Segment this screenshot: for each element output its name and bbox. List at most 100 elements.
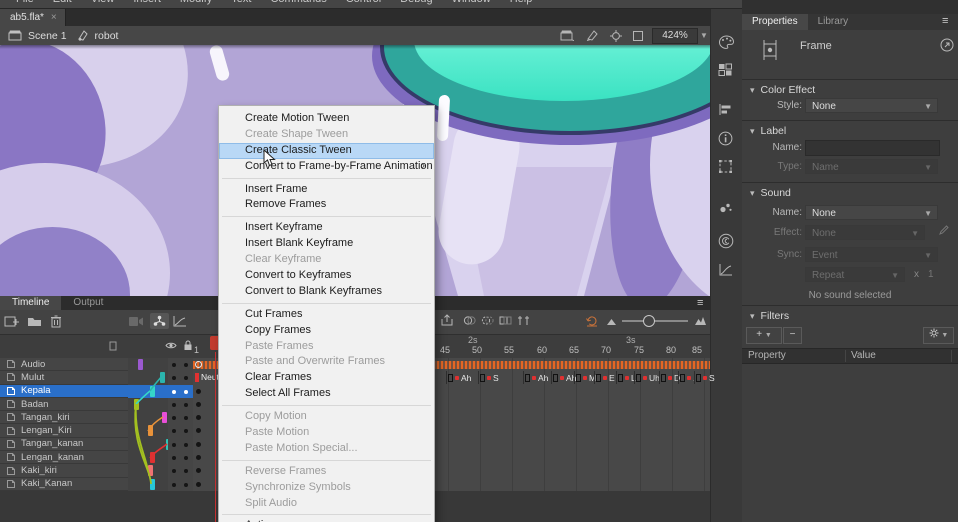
timeline-tab-output[interactable]: Output xyxy=(61,296,115,310)
layer-parent-bar[interactable] xyxy=(148,465,153,476)
menu-item-remove-frames[interactable]: Remove Frames xyxy=(219,197,434,213)
timeline-zoom-slider-track[interactable] xyxy=(622,320,688,322)
layer-parent-bar[interactable] xyxy=(150,452,155,463)
info-icon[interactable] xyxy=(718,131,736,149)
swatches-icon[interactable] xyxy=(718,63,736,81)
layer-lock-dot[interactable] xyxy=(184,443,188,447)
layer-visibility-dot[interactable] xyxy=(172,363,176,367)
mouth-keyframe[interactable]: D xyxy=(659,371,680,384)
layer-visibility-dot[interactable] xyxy=(172,456,176,460)
filters-section-header[interactable]: Filters xyxy=(750,310,789,322)
layer-parent-bar[interactable] xyxy=(162,412,167,423)
layer-visibility-dot[interactable] xyxy=(172,390,176,394)
menu-item-create-classic-tween[interactable]: Create Classic Tween xyxy=(219,143,434,159)
layer-parent-cell[interactable] xyxy=(128,451,168,465)
layer-parent-bar[interactable] xyxy=(150,386,155,397)
layer-visibility-dot[interactable] xyxy=(172,443,176,447)
menu-item-convert-to-blank-keyframes[interactable]: Convert to Blank Keyframes xyxy=(219,284,434,300)
menu-text[interactable]: Text xyxy=(231,0,251,5)
new-layer-icon[interactable] xyxy=(4,315,19,328)
menu-control[interactable]: Control xyxy=(346,0,381,5)
layer-parent-cell[interactable] xyxy=(128,358,168,372)
layer-lock-dot[interactable] xyxy=(184,363,188,367)
layer-visibility-dot[interactable] xyxy=(172,376,176,380)
layer-name-cell[interactable]: Kaki_Kanan xyxy=(0,478,128,491)
label-name-input[interactable] xyxy=(805,140,940,156)
layer-parent-bar[interactable] xyxy=(150,479,155,490)
menu-modify[interactable]: Modify xyxy=(180,0,212,5)
menu-item-insert-keyframe[interactable]: Insert Keyframe xyxy=(219,220,434,236)
zoom-chevron-icon[interactable]: ▼ xyxy=(700,31,708,40)
export-frame-icon[interactable] xyxy=(440,314,455,327)
close-tab-icon[interactable]: × xyxy=(51,12,57,23)
layer-name-cell[interactable]: Lengan_kanan xyxy=(0,451,128,464)
edit-symbols-icon[interactable] xyxy=(586,30,599,41)
style-dropdown[interactable]: None ▼ xyxy=(805,98,938,113)
graph-editor-icon[interactable] xyxy=(173,315,187,327)
sound-section-header[interactable]: Sound xyxy=(750,187,791,199)
menu-edit[interactable]: Edit xyxy=(53,0,72,5)
visibility-column-eye-icon[interactable] xyxy=(165,341,177,350)
camera-icon[interactable] xyxy=(128,316,144,327)
scene-clapper-icon[interactable] xyxy=(8,30,22,41)
document-tab[interactable]: ab5.fla* × xyxy=(0,9,66,26)
filter-options-button[interactable]: ▼ xyxy=(923,327,954,344)
layer-parent-bar[interactable] xyxy=(160,372,165,383)
layer-parent-cell[interactable] xyxy=(128,438,168,452)
modify-markers-icon[interactable] xyxy=(517,315,530,326)
onion-skin-icon[interactable] xyxy=(463,315,476,326)
mouth-keyframe[interactable]: S xyxy=(694,371,715,384)
lock-column-icon[interactable] xyxy=(183,340,193,351)
breadcrumb-symbol[interactable]: robot xyxy=(95,30,119,42)
motion-editor-icon[interactable] xyxy=(718,263,736,281)
menu-window[interactable]: Window xyxy=(452,0,491,5)
layer-parent-bar[interactable] xyxy=(148,425,153,436)
mouth-keyframe[interactable]: S xyxy=(478,371,499,384)
show-parenting-view-icon[interactable] xyxy=(150,313,169,329)
menu-item-copy-frames[interactable]: Copy Frames xyxy=(219,323,434,339)
menu-debug[interactable]: Debug xyxy=(400,0,432,5)
layer-name-cell[interactable]: Kepala xyxy=(0,385,128,398)
layer-name-cell[interactable]: Tangan_kiri xyxy=(0,411,128,424)
menu-view[interactable]: View xyxy=(91,0,115,5)
menu-item-create-motion-tween[interactable]: Create Motion Tween xyxy=(219,111,434,127)
layer-toggles-cell[interactable] xyxy=(168,358,193,372)
menu-item-convert-to-keyframes[interactable]: Convert to Keyframes xyxy=(219,268,434,284)
new-folder-icon[interactable] xyxy=(27,315,42,328)
mouth-keyframe[interactable]: Ah xyxy=(551,371,576,384)
layer-parent-bar[interactable] xyxy=(134,399,139,410)
layer-toggles-cell[interactable] xyxy=(168,464,193,478)
color-palette-icon[interactable] xyxy=(718,35,736,53)
breadcrumb-scene[interactable]: Scene 1 xyxy=(28,30,67,42)
color-effect-section-header[interactable]: Color Effect xyxy=(750,84,815,96)
properties-tab-library[interactable]: Library xyxy=(808,14,859,30)
layer-lock-dot[interactable] xyxy=(184,469,188,473)
menu-file[interactable]: File xyxy=(16,0,34,5)
layer-name-cell[interactable]: Kaki_kiri xyxy=(0,464,128,477)
layer-lock-dot[interactable] xyxy=(184,456,188,460)
layer-visibility-dot[interactable] xyxy=(172,469,176,473)
zoom-in-frames-icon[interactable] xyxy=(694,316,707,326)
mouth-keyframe[interactable]: L xyxy=(616,371,636,384)
panel-menu-icon[interactable]: ≡ xyxy=(942,15,948,27)
layer-lock-dot[interactable] xyxy=(184,416,188,420)
layer-lock-dot[interactable] xyxy=(184,376,188,380)
layer-toggles-cell[interactable] xyxy=(168,438,193,452)
layer-name-cell[interactable]: Audio xyxy=(0,358,128,371)
menu-item-insert-frame[interactable]: Insert Frame xyxy=(219,182,434,198)
mouth-keyframe[interactable]: Uh xyxy=(634,371,660,384)
layer-parent-cell[interactable] xyxy=(128,478,168,492)
layer-parent-cell[interactable] xyxy=(128,398,168,412)
layer-parent-bar[interactable] xyxy=(138,359,143,370)
brush-library-icon[interactable] xyxy=(718,201,736,219)
menu-commands[interactable]: Commands xyxy=(270,0,326,5)
layer-name-cell[interactable]: Tangan_kanan xyxy=(0,438,128,451)
layer-toggles-cell[interactable] xyxy=(168,424,193,438)
menu-item-select-all-frames[interactable]: Select All Frames xyxy=(219,386,434,402)
layer-visibility-dot[interactable] xyxy=(172,416,176,420)
layer-name-cell[interactable]: Badan xyxy=(0,398,128,411)
layer-parent-cell[interactable] xyxy=(128,424,168,438)
mouth-keyframe[interactable]: Ah xyxy=(523,371,548,384)
sound-name-dropdown[interactable]: None ▼ xyxy=(805,205,938,220)
layer-toggles-cell[interactable] xyxy=(168,398,193,412)
